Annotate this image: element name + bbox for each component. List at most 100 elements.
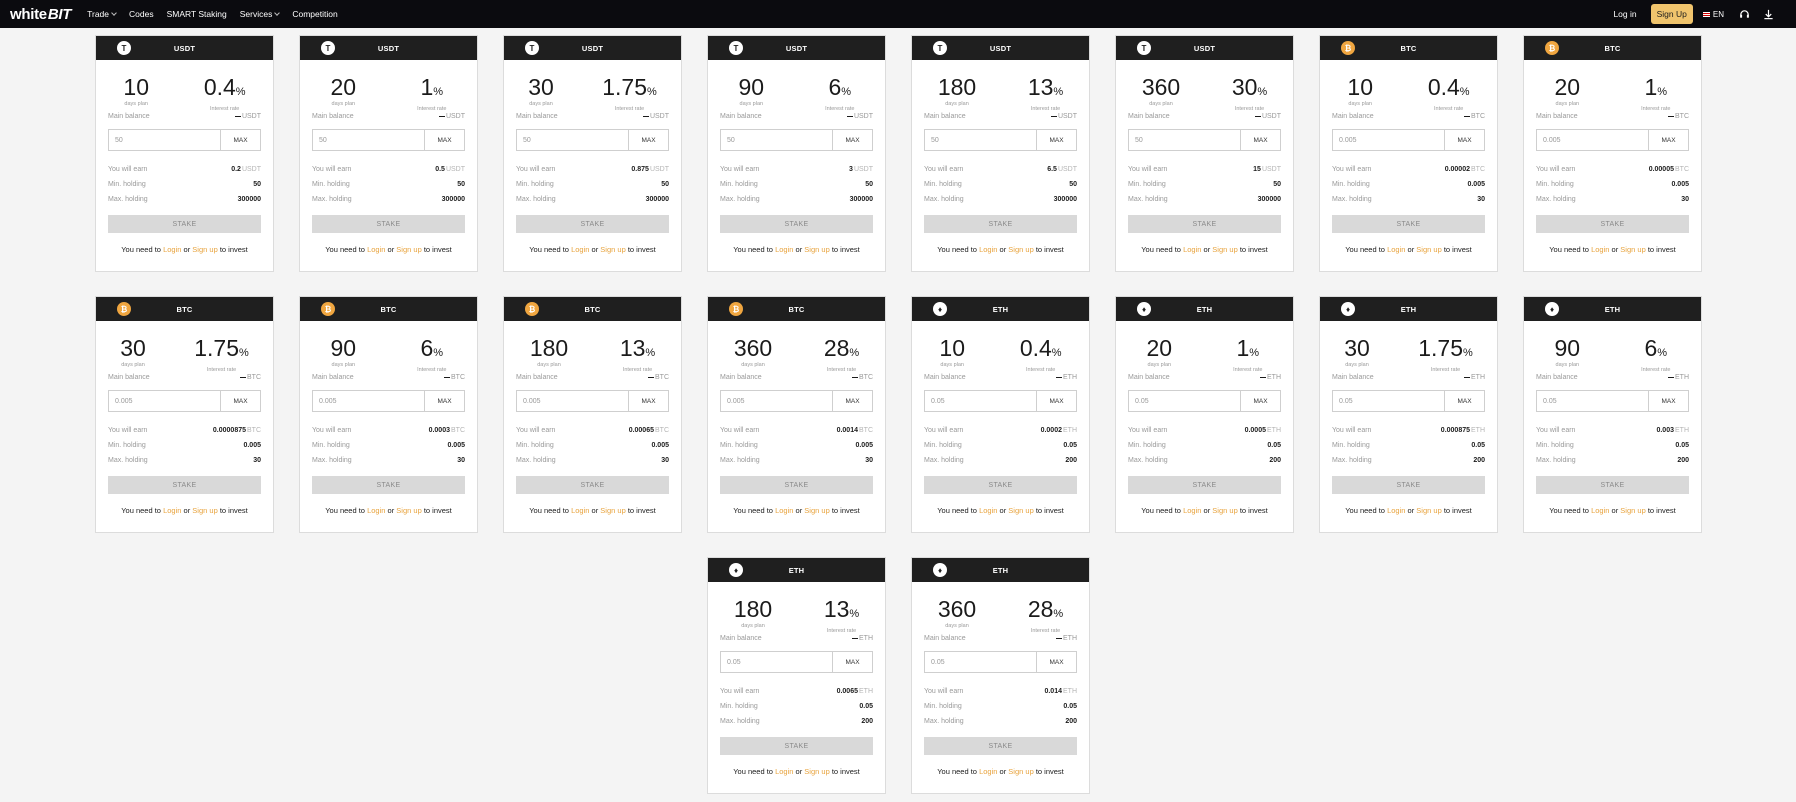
stake-button[interactable]: STAKE [924,737,1077,755]
login-link[interactable]: Login [163,506,181,515]
amount-input[interactable] [1333,130,1444,150]
signup-button[interactable]: Sign Up [1650,4,1693,24]
stake-button[interactable]: STAKE [516,215,669,233]
amount-input[interactable] [925,391,1036,411]
login-link[interactable]: Login [163,245,181,254]
max-button[interactable]: MAX [1036,391,1076,411]
login-link[interactable]: Login [775,245,793,254]
stake-button[interactable]: STAKE [1332,476,1485,494]
signup-link[interactable]: Sign up [396,245,421,254]
stake-button[interactable]: STAKE [312,215,465,233]
language-selector[interactable]: EN [1702,10,1724,19]
login-link[interactable]: Login [1591,506,1609,515]
signup-link[interactable]: Sign up [804,245,829,254]
login-link[interactable]: Login [979,245,997,254]
amount-input[interactable] [1129,391,1240,411]
nav-services[interactable]: Services [240,9,281,19]
amount-input[interactable] [925,130,1036,150]
amount-input[interactable] [517,391,628,411]
stake-button[interactable]: STAKE [516,476,669,494]
login-link[interactable]: Login [979,767,997,776]
stake-button[interactable]: STAKE [108,476,261,494]
signup-link[interactable]: Sign up [1620,245,1645,254]
max-button[interactable]: MAX [424,130,464,150]
max-button[interactable]: MAX [220,130,260,150]
amount-input[interactable] [1537,391,1648,411]
login-button[interactable]: Log in [1613,9,1636,19]
stake-button[interactable]: STAKE [720,737,873,755]
login-link[interactable]: Login [1183,245,1201,254]
signup-link[interactable]: Sign up [804,767,829,776]
max-button[interactable]: MAX [1240,130,1280,150]
login-link[interactable]: Login [979,506,997,515]
max-button[interactable]: MAX [220,391,260,411]
stake-button[interactable]: STAKE [1536,476,1689,494]
whitebit-logo[interactable]: white BIT [10,6,71,23]
signup-link[interactable]: Sign up [804,506,829,515]
login-link[interactable]: Login [571,245,589,254]
amount-input[interactable] [109,130,220,150]
stake-button[interactable]: STAKE [1332,215,1485,233]
stake-button[interactable]: STAKE [720,215,873,233]
signup-link[interactable]: Sign up [1008,506,1033,515]
max-button[interactable]: MAX [1648,130,1688,150]
headset-support-icon[interactable] [1738,8,1750,20]
max-button[interactable]: MAX [832,130,872,150]
signup-link[interactable]: Sign up [1008,767,1033,776]
nav-trade[interactable]: Trade [87,9,117,19]
amount-input[interactable] [721,652,832,672]
login-link[interactable]: Login [571,506,589,515]
amount-input[interactable] [925,652,1036,672]
stake-button[interactable]: STAKE [1128,215,1281,233]
login-link[interactable]: Login [367,245,385,254]
amount-input[interactable] [1129,130,1240,150]
download-icon[interactable] [1762,8,1774,20]
stake-button[interactable]: STAKE [312,476,465,494]
signup-link[interactable]: Sign up [1416,245,1441,254]
signup-link[interactable]: Sign up [1620,506,1645,515]
amount-input[interactable] [721,130,832,150]
amount-input[interactable] [1537,130,1648,150]
max-button[interactable]: MAX [1036,652,1076,672]
nav-competition[interactable]: Competition [292,9,337,19]
amount-input[interactable] [721,391,832,411]
login-link[interactable]: Login [775,767,793,776]
max-button[interactable]: MAX [1444,391,1484,411]
nav-codes[interactable]: Codes [129,9,154,19]
max-button[interactable]: MAX [628,130,668,150]
max-button[interactable]: MAX [832,652,872,672]
login-link[interactable]: Login [1387,506,1405,515]
stake-button[interactable]: STAKE [924,215,1077,233]
max-button[interactable]: MAX [832,391,872,411]
signup-link[interactable]: Sign up [600,506,625,515]
max-button[interactable]: MAX [1648,391,1688,411]
signup-link[interactable]: Sign up [192,245,217,254]
max-button[interactable]: MAX [628,391,668,411]
stake-button[interactable]: STAKE [720,476,873,494]
amount-input[interactable] [517,130,628,150]
login-link[interactable]: Login [1183,506,1201,515]
max-button[interactable]: MAX [1240,391,1280,411]
signup-link[interactable]: Sign up [1416,506,1441,515]
signup-link[interactable]: Sign up [1212,245,1237,254]
signup-link[interactable]: Sign up [600,245,625,254]
amount-input[interactable] [109,391,220,411]
amount-input[interactable] [1333,391,1444,411]
stake-button[interactable]: STAKE [1128,476,1281,494]
max-button[interactable]: MAX [1444,130,1484,150]
stake-button[interactable]: STAKE [924,476,1077,494]
signup-link[interactable]: Sign up [396,506,421,515]
amount-input[interactable] [313,391,424,411]
amount-input[interactable] [313,130,424,150]
login-link[interactable]: Login [367,506,385,515]
stake-button[interactable]: STAKE [1536,215,1689,233]
login-link[interactable]: Login [775,506,793,515]
login-link[interactable]: Login [1591,245,1609,254]
max-button[interactable]: MAX [1036,130,1076,150]
signup-link[interactable]: Sign up [192,506,217,515]
max-button[interactable]: MAX [424,391,464,411]
nav-smart-staking[interactable]: SMART Staking [167,9,227,19]
stake-button[interactable]: STAKE [108,215,261,233]
login-link[interactable]: Login [1387,245,1405,254]
signup-link[interactable]: Sign up [1008,245,1033,254]
